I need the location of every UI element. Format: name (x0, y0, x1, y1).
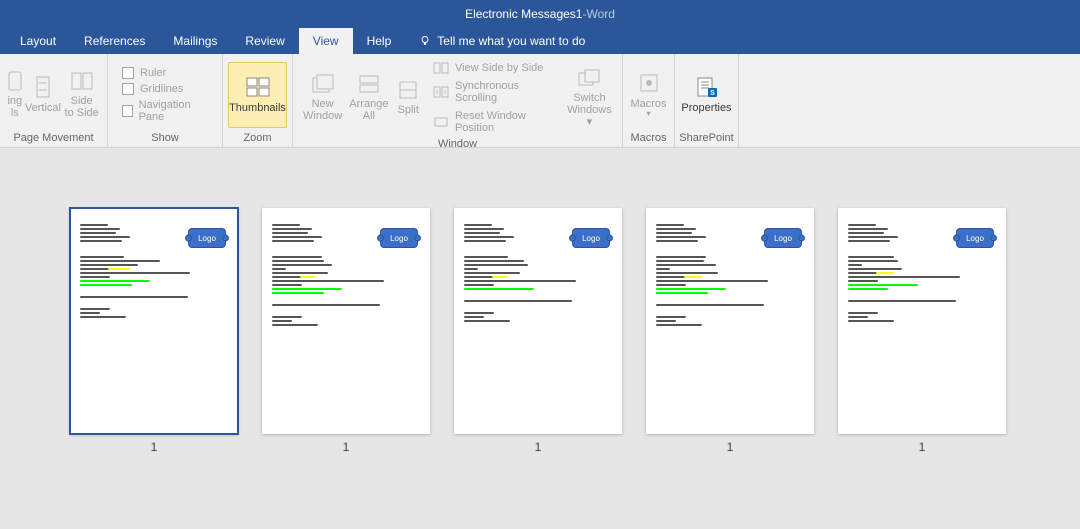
page-number: 1 (919, 440, 926, 454)
gridlines-checkbox[interactable]: Gridlines (122, 83, 208, 95)
split-icon (398, 80, 418, 100)
group-window: New Window Arrange All Split View Side b… (293, 54, 623, 147)
navigation-pane-checkbox[interactable]: Navigation Pane (122, 99, 208, 123)
page-thumbnail[interactable]: Logo (646, 208, 814, 434)
side-to-side-button[interactable]: Side to Side (62, 62, 101, 128)
macros-button[interactable]: Macros ▾ (629, 62, 668, 128)
checkbox-icon (122, 67, 134, 79)
tell-me-placeholder: Tell me what you want to do (437, 34, 585, 48)
sync-scroll-icon (433, 86, 449, 98)
checkbox-icon (122, 105, 133, 117)
tell-me-search[interactable]: Tell me what you want to do (405, 28, 599, 54)
view-side-by-side-button[interactable]: View Side by Side (429, 60, 559, 76)
page-thumbnail[interactable]: Logo (70, 208, 238, 434)
group-label-show: Show (108, 132, 222, 147)
checkbox-icon (122, 83, 134, 95)
synchronous-scrolling-button[interactable]: Synchronous Scrolling (429, 78, 559, 106)
ruler-checkbox[interactable]: Ruler (122, 67, 208, 79)
page-thumbnail-wrap: Logo 1 (454, 208, 622, 529)
new-window-icon (311, 74, 335, 94)
scroll-icon (8, 71, 22, 91)
switch-windows-button[interactable]: Switch Windows ▾ (563, 65, 616, 131)
group-page-movement: ing ls Vertical Side to Side Page Moveme… (0, 54, 108, 147)
page-number: 1 (727, 440, 734, 454)
tab-review[interactable]: Review (231, 28, 298, 54)
properties-icon: S (695, 76, 719, 98)
app-name: Word (586, 7, 614, 21)
new-window-button[interactable]: New Window (299, 65, 346, 131)
group-label-sharepoint: SharePoint (675, 132, 738, 147)
logo-badge: Logo (956, 228, 994, 248)
group-zoom: Thumbnails Zoom (223, 54, 293, 147)
page-thumbnail[interactable]: Logo (454, 208, 622, 434)
tab-view[interactable]: View (299, 28, 353, 54)
page-thumbnail-wrap: Logo 1 (838, 208, 1006, 529)
thumbnails-icon (245, 76, 271, 98)
group-sharepoint: S Properties SharePoint (675, 54, 739, 147)
chevron-down-icon: ▾ (646, 110, 650, 119)
tab-mailings[interactable]: Mailings (159, 28, 231, 54)
side-by-side-icon (433, 62, 449, 74)
logo-badge: Logo (572, 228, 610, 248)
reset-window-icon (433, 116, 449, 128)
group-label-macros: Macros (623, 132, 674, 147)
thumbnails-panel: // placeholder so template stays declara… (0, 148, 1080, 529)
properties-button[interactable]: S Properties (681, 62, 732, 128)
page-thumbnail[interactable]: Logo (838, 208, 1006, 434)
page-thumbnail-wrap: Logo 1 (70, 208, 238, 529)
side-to-side-icon (71, 71, 93, 91)
tab-references[interactable]: References (70, 28, 159, 54)
tab-layout[interactable]: Layout (6, 28, 70, 54)
page-number: 1 (343, 440, 350, 454)
group-label-page-movement: Page Movement (0, 132, 107, 147)
page-number: 1 (151, 440, 158, 454)
logo-badge: Logo (380, 228, 418, 248)
thumbnails-button[interactable]: Thumbnails (228, 62, 287, 128)
arrange-all-icon (358, 74, 380, 94)
scrolling-button[interactable]: ing ls (6, 62, 24, 128)
chevron-down-icon: ▾ (587, 116, 593, 128)
document-title: Electronic Messages1 (465, 7, 582, 21)
vertical-icon (35, 76, 51, 98)
lightbulb-icon (419, 35, 431, 47)
ribbon-tabs: Layout References Mailings Review View H… (0, 28, 1080, 54)
group-macros: Macros ▾ Macros (623, 54, 675, 147)
switch-windows-icon (577, 68, 601, 88)
arrange-all-button[interactable]: Arrange All (346, 65, 391, 131)
title-bar: Electronic Messages1 - Word (0, 0, 1080, 28)
svg-text:S: S (710, 90, 715, 97)
page-thumbnail[interactable]: Logo (262, 208, 430, 434)
reset-window-position-button[interactable]: Reset Window Position (429, 108, 559, 136)
split-button[interactable]: Split (392, 65, 425, 131)
tab-help[interactable]: Help (353, 28, 406, 54)
ribbon: ing ls Vertical Side to Side Page Moveme… (0, 54, 1080, 148)
logo-badge: Logo (188, 228, 226, 248)
vertical-button[interactable]: Vertical (24, 62, 63, 128)
macros-icon (638, 72, 660, 94)
group-show: Ruler Gridlines Navigation Pane Show (108, 54, 223, 147)
page-thumbnail-wrap: Logo 1 (646, 208, 814, 529)
logo-badge: Logo (764, 228, 802, 248)
page-number: 1 (535, 440, 542, 454)
group-label-zoom: Zoom (223, 132, 292, 147)
page-thumbnail-wrap: Logo 1 (262, 208, 430, 529)
